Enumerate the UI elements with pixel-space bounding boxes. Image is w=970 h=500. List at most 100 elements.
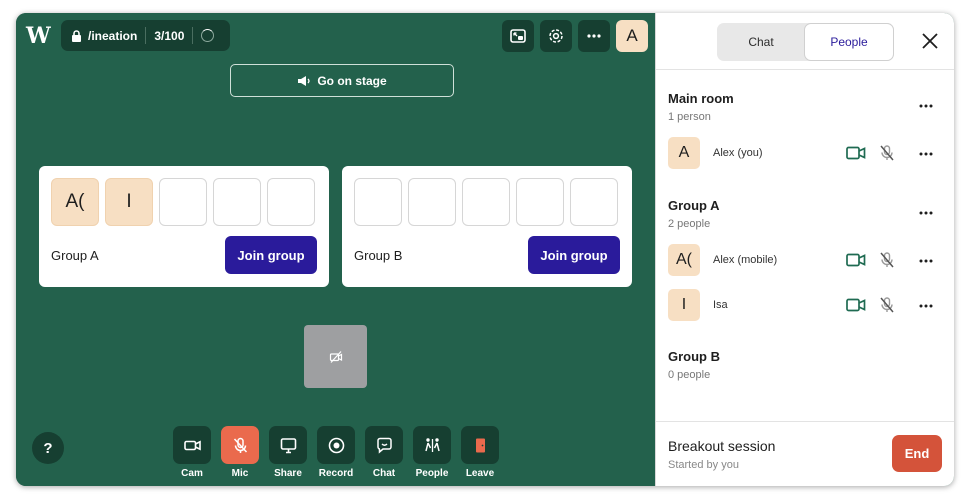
- empty-slot: [408, 178, 456, 226]
- room-more-button[interactable]: [918, 205, 934, 221]
- divider: [192, 27, 194, 44]
- app-logo[interactable]: W: [26, 23, 52, 49]
- empty-slot: [516, 178, 564, 226]
- loading-spinner-icon: [201, 29, 215, 42]
- close-icon[interactable]: [920, 31, 940, 51]
- session-subtitle: Started by you: [668, 459, 739, 471]
- room-count: 1 person: [668, 111, 711, 123]
- more-horizontal-icon: [919, 211, 933, 215]
- bottom-toolbar: Cam Mic Share Record Chat People Leave: [173, 426, 503, 486]
- tab-people[interactable]: People: [804, 23, 894, 61]
- more-options-button[interactable]: [578, 20, 610, 52]
- session-title: Breakout session: [668, 438, 776, 454]
- join-group-a-button[interactable]: Join group: [225, 236, 317, 274]
- chat-tool[interactable]: Chat: [365, 426, 403, 479]
- mic-off-icon[interactable]: [878, 296, 896, 314]
- record-icon: [328, 437, 344, 453]
- room-count: 0 people: [668, 369, 711, 381]
- divider: [656, 421, 954, 422]
- participant-slot: A(: [51, 178, 99, 226]
- help-button[interactable]: ?: [32, 432, 64, 464]
- camera-icon[interactable]: [846, 297, 866, 313]
- camera-off-icon: [329, 350, 342, 363]
- side-panel: Chat People Main room 1 person A Alex (y…: [655, 13, 954, 486]
- person-more-button[interactable]: [918, 146, 934, 162]
- record-button[interactable]: [317, 426, 355, 464]
- mic-button[interactable]: [221, 426, 259, 464]
- go-on-stage-button[interactable]: Go on stage: [230, 64, 454, 97]
- settings-button[interactable]: [540, 20, 572, 52]
- join-group-b-button[interactable]: Join group: [528, 236, 620, 274]
- group-slots: A( I: [51, 178, 315, 226]
- room-count: 2 people: [668, 218, 711, 230]
- camera-icon[interactable]: [846, 252, 866, 268]
- more-horizontal-icon: [919, 259, 933, 263]
- group-name: Group A: [51, 248, 99, 263]
- room-title: Group B: [668, 349, 720, 364]
- person-avatar: A: [668, 137, 700, 169]
- gear-icon: [549, 29, 563, 43]
- empty-slot: [462, 178, 510, 226]
- room-info: /ineation 3/100: [61, 20, 230, 51]
- lock-icon: [72, 29, 81, 42]
- record-tool[interactable]: Record: [317, 426, 355, 479]
- user-avatar[interactable]: A: [616, 20, 648, 52]
- mic-tool[interactable]: Mic: [221, 426, 259, 479]
- more-horizontal-icon: [919, 152, 933, 156]
- empty-slot: [570, 178, 618, 226]
- stage-area: W /ineation 3/100 A Go on stage A( I Gro…: [16, 13, 655, 486]
- person-avatar: I: [668, 289, 700, 321]
- self-video-tile[interactable]: [304, 325, 367, 388]
- empty-slot: [354, 178, 402, 226]
- chat-button[interactable]: [365, 426, 403, 464]
- camera-icon: [183, 440, 201, 450]
- room-more-button[interactable]: [918, 98, 934, 114]
- leave-label: Leave: [465, 468, 495, 479]
- group-card-a: A( I Group A Join group: [39, 166, 329, 287]
- megaphone-icon: [298, 75, 310, 86]
- people-button[interactable]: [413, 426, 451, 464]
- camera-icon[interactable]: [846, 145, 866, 161]
- share-tool[interactable]: Share: [269, 426, 307, 479]
- picture-in-picture-button[interactable]: [502, 20, 534, 52]
- person-avatar: A(: [668, 244, 700, 276]
- empty-slot: [267, 178, 315, 226]
- person-more-button[interactable]: [918, 298, 934, 314]
- picture-in-picture-icon: [510, 29, 526, 43]
- person-more-button[interactable]: [918, 253, 934, 269]
- more-horizontal-icon: [587, 34, 601, 38]
- share-button[interactable]: [269, 426, 307, 464]
- cam-tool[interactable]: Cam: [173, 426, 211, 479]
- chat-icon: [376, 437, 392, 454]
- group-name: Group B: [354, 248, 403, 263]
- participant-capacity: 3/100: [154, 28, 185, 43]
- go-on-stage-label: Go on stage: [317, 73, 387, 88]
- empty-slot: [159, 178, 207, 226]
- leave-icon: [475, 438, 485, 452]
- people-tool[interactable]: People: [413, 426, 451, 479]
- empty-slot: [213, 178, 261, 226]
- divider: [656, 69, 954, 70]
- group-slots: [354, 178, 618, 226]
- participant-slot: I: [105, 178, 153, 226]
- mic-off-icon[interactable]: [878, 144, 896, 162]
- room-title: Main room: [668, 91, 734, 106]
- panel-tabs: Chat People: [717, 23, 894, 61]
- cam-button[interactable]: [173, 426, 211, 464]
- mic-off-icon: [233, 437, 247, 453]
- person-name: Isa: [713, 299, 728, 311]
- more-horizontal-icon: [919, 104, 933, 108]
- end-session-button[interactable]: End: [892, 435, 942, 472]
- person-name: Alex (mobile): [713, 254, 778, 266]
- screen-share-icon: [280, 437, 296, 453]
- more-horizontal-icon: [919, 304, 933, 308]
- app-window: W /ineation 3/100 A Go on stage A( I Gro…: [16, 13, 954, 486]
- room-name: /ineation: [88, 28, 138, 43]
- divider: [145, 27, 147, 44]
- room-title: Group A: [668, 198, 720, 213]
- leave-button[interactable]: [461, 426, 499, 464]
- mic-off-icon[interactable]: [878, 251, 896, 269]
- people-icon: [424, 437, 440, 452]
- tab-chat[interactable]: Chat: [717, 23, 805, 61]
- leave-tool[interactable]: Leave: [461, 426, 499, 479]
